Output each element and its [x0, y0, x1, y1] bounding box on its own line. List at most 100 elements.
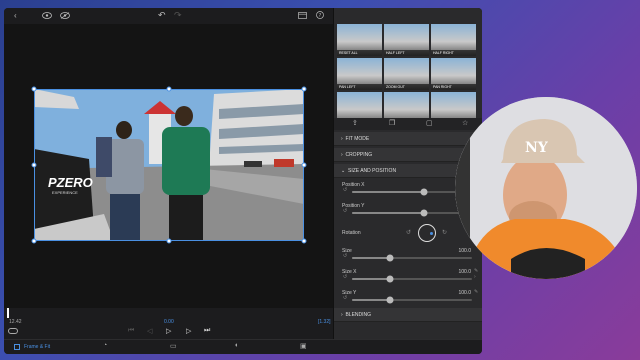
- transform-handle-left[interactable]: [31, 162, 37, 168]
- copy-icon[interactable]: ❐: [389, 120, 395, 127]
- rotate-left-icon[interactable]: ↺: [406, 230, 411, 236]
- redo-icon[interactable]: ↷: [174, 11, 182, 20]
- presenter-image: NY: [455, 97, 637, 279]
- slider-fill: [352, 212, 424, 214]
- skip-end-icon[interactable]: ⏭: [204, 327, 210, 335]
- bottom-toolbar: Frame & Fit ◔ ▭ ◖ ▣: [4, 339, 482, 354]
- library-icon[interactable]: [298, 12, 307, 19]
- svg-text:?: ?: [319, 13, 322, 19]
- chevron-right-icon: ›: [341, 136, 343, 142]
- section-title: CROPPING: [345, 152, 373, 158]
- chevron-right-icon[interactable]: ›: [474, 275, 476, 280]
- preset-label: ZOOM OUT: [384, 84, 429, 90]
- audio-icon[interactable]: ◖: [234, 342, 238, 349]
- frame-fit-tab-icon[interactable]: [14, 344, 20, 350]
- step-back-icon[interactable]: ◁: [147, 327, 152, 335]
- chevron-right-icon: ›: [341, 152, 343, 158]
- export-icon[interactable]: ▣: [300, 342, 307, 350]
- reset-icon[interactable]: ↺: [343, 209, 347, 214]
- rotation-dial[interactable]: [418, 224, 436, 242]
- undo-icon[interactable]: ↶: [158, 11, 166, 20]
- frame-fit-tab[interactable]: Frame & Fit: [24, 344, 50, 350]
- preset-thumbnail[interactable]: PAN RIGHT: [431, 58, 476, 90]
- preset-thumbnail[interactable]: PAN LEFT: [337, 58, 382, 90]
- rotation-indicator: [430, 232, 433, 235]
- preset-label: PAN LEFT: [337, 84, 382, 90]
- reset-icon[interactable]: ↺: [343, 296, 347, 301]
- preset-label: HALF LEFT: [384, 50, 429, 56]
- preset-thumbnail[interactable]: HALF RIGHT: [431, 24, 476, 56]
- reset-icon[interactable]: ↺: [343, 275, 347, 280]
- transform-handle-right[interactable]: [301, 162, 307, 168]
- app-window: ‹ ↶ ↷ ? ☆: [4, 8, 482, 354]
- preset-thumbnail[interactable]: [431, 92, 476, 118]
- slider-fill: [352, 278, 391, 280]
- section-blending[interactable]: › BLENDING: [334, 308, 482, 322]
- slider-knob[interactable]: [386, 275, 394, 283]
- skip-start-icon[interactable]: ⏮: [128, 327, 134, 335]
- playhead-time: 0.00: [164, 319, 174, 325]
- edit-icon[interactable]: ✎: [474, 290, 478, 295]
- preset-grid: RESET ALL HALF LEFT HALF RIGHT PAN LEFT …: [337, 24, 480, 118]
- reset-icon[interactable]: ↺: [343, 254, 347, 259]
- size-value: 100.0: [458, 248, 471, 254]
- rotate-right-icon[interactable]: ↻: [442, 230, 447, 236]
- section-title: SIZE AND POSITION: [347, 168, 397, 174]
- step-forward-icon[interactable]: ▷: [186, 327, 191, 335]
- preset-thumbnail[interactable]: [337, 92, 382, 118]
- help-icon[interactable]: ?: [316, 11, 324, 19]
- eye-split-icon[interactable]: [60, 12, 70, 19]
- section-title: FIT MODE: [345, 136, 370, 142]
- size-y-slider[interactable]: [352, 296, 472, 304]
- loop-toggle-icon[interactable]: [8, 328, 18, 334]
- size-slider[interactable]: [352, 254, 472, 262]
- speed-icon[interactable]: ◔: [103, 342, 107, 349]
- preset-label: PAN RIGHT: [431, 84, 476, 90]
- position-y-slider[interactable]: [352, 209, 472, 217]
- share-icon[interactable]: ⇪: [352, 120, 358, 127]
- slider-fill: [352, 299, 391, 301]
- rotation-label: Rotation: [342, 230, 361, 236]
- slider-fill: [352, 257, 391, 259]
- start-time: 12.42: [9, 319, 22, 325]
- preset-thumbnail[interactable]: RESET ALL: [337, 24, 382, 56]
- slider-knob[interactable]: [420, 188, 428, 196]
- size-x-value: 100.0: [458, 269, 471, 275]
- crop-icon[interactable]: ▭: [170, 342, 177, 350]
- transform-handle-bottom-right[interactable]: [301, 238, 307, 244]
- timeline-bar: 12.42 0.00 [1.32] ⏮ ◁ ▷ ▷ ⏭: [4, 308, 333, 338]
- chevron-down-icon: ⌄: [341, 168, 346, 174]
- chevron-right-icon: ›: [341, 312, 343, 318]
- size-x-slider[interactable]: [352, 275, 472, 283]
- slider-knob[interactable]: [386, 296, 394, 304]
- cap-logo-icon: NY: [525, 140, 549, 156]
- preset-thumbnail[interactable]: [384, 92, 429, 118]
- transform-handle-top-right[interactable]: [301, 86, 307, 92]
- transform-handle-top-left[interactable]: [31, 86, 37, 92]
- transform-handle-bottom-left[interactable]: [31, 238, 37, 244]
- preset-label: HALF RIGHT: [431, 50, 476, 56]
- video-viewer[interactable]: PZERO EXPERIENCE: [4, 24, 333, 319]
- play-button[interactable]: ▷: [166, 327, 171, 335]
- playhead-marker[interactable]: [7, 308, 9, 318]
- favorite-icon[interactable]: ☆: [462, 120, 468, 127]
- webcam-overlay: NY: [455, 97, 637, 279]
- slider-knob[interactable]: [420, 209, 428, 217]
- preset-label: RESET ALL: [337, 50, 382, 56]
- eye-icon[interactable]: [42, 12, 52, 19]
- preset-thumbnail[interactable]: HALF LEFT: [384, 24, 429, 56]
- slider-knob[interactable]: [386, 254, 394, 262]
- transform-bounding-box[interactable]: [34, 89, 304, 241]
- transform-handle-bottom[interactable]: [166, 238, 172, 244]
- back-chevron-icon[interactable]: ‹: [14, 12, 17, 20]
- preset-thumbnail[interactable]: ZOOM OUT: [384, 58, 429, 90]
- slider-fill: [352, 191, 424, 193]
- section-title: BLENDING: [345, 312, 372, 318]
- size-y-value: 100.0: [458, 290, 471, 296]
- preset-actions-bar: ⇪ ❐ ▢ ☆: [334, 118, 482, 130]
- section-fit-mode[interactable]: › FIT MODE: [334, 132, 482, 146]
- reset-icon[interactable]: ↺: [343, 188, 347, 193]
- transform-handle-top[interactable]: [166, 86, 172, 92]
- position-x-slider[interactable]: [352, 188, 472, 196]
- paste-icon[interactable]: ▢: [426, 120, 433, 127]
